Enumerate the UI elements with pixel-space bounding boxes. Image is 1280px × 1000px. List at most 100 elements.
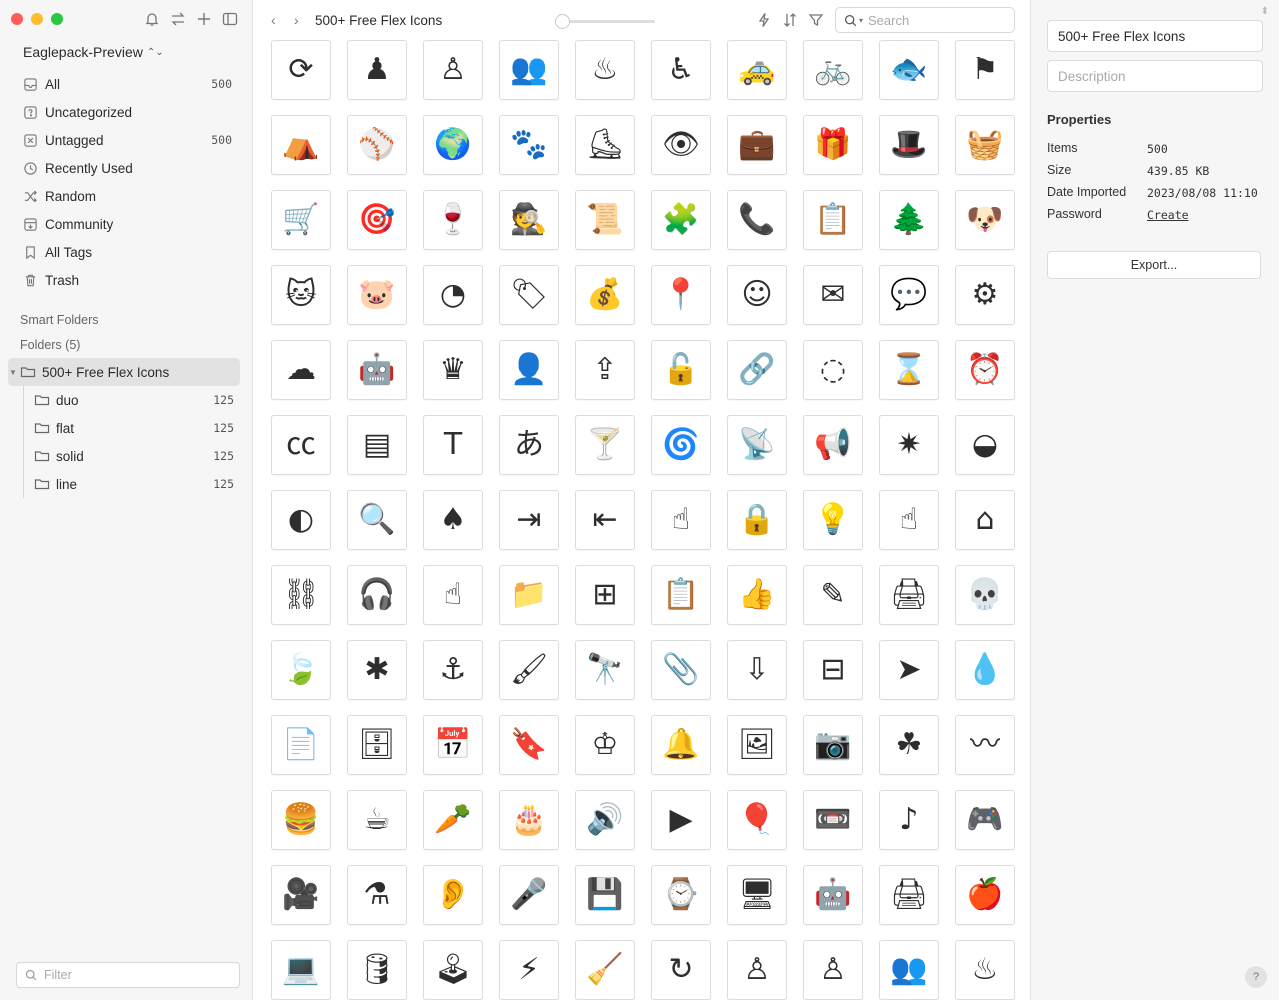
disclosure-triangle-icon[interactable]: ▼ [8, 368, 18, 377]
icon-tile[interactable]: ✱ [347, 640, 407, 700]
icon-tile[interactable]: 🤖 [803, 865, 863, 925]
help-button[interactable]: ? [1245, 966, 1267, 988]
plus-icon[interactable] [196, 10, 212, 28]
icon-tile[interactable]: 🎂 [499, 790, 559, 850]
filter-input[interactable]: Filter [16, 962, 240, 988]
icon-tile[interactable]: ◌ [803, 340, 863, 400]
search-input[interactable]: ▾ Search [835, 7, 1015, 33]
icon-tile[interactable]: ♟ [347, 40, 407, 100]
icon-tile[interactable]: ♛ [423, 340, 483, 400]
pin-icon[interactable]: ⬍ [1261, 6, 1269, 17]
icon-tile[interactable]: ⛓ [271, 565, 331, 625]
icon-tile[interactable]: 📜 [575, 190, 635, 250]
sidebar-item-uncategorized[interactable]: Uncategorized [16, 98, 240, 126]
icon-tile[interactable]: 🏷 [499, 265, 559, 325]
icon-tile[interactable]: 🎯 [347, 190, 407, 250]
icon-tile[interactable]: 💬 [879, 265, 939, 325]
icon-tile[interactable]: ♨ [955, 940, 1015, 1000]
icon-tile[interactable]: 📞 [727, 190, 787, 250]
icon-tile[interactable]: ⊟ [803, 640, 863, 700]
icon-tile[interactable]: 💀 [955, 565, 1015, 625]
icon-tile[interactable]: ✉ [803, 265, 863, 325]
icon-tile[interactable]: ▶ [651, 790, 711, 850]
icon-tile[interactable]: ◒ [955, 415, 1015, 475]
icon-tile[interactable]: ☝ [651, 490, 711, 550]
icon-tile[interactable]: 🐷 [347, 265, 407, 325]
icon-tile[interactable]: 🎈 [727, 790, 787, 850]
icon-tile[interactable]: 🍷 [423, 190, 483, 250]
icon-tile[interactable]: ⚙ [955, 265, 1015, 325]
icon-tile[interactable]: ♪ [879, 790, 939, 850]
sidebar-item-all[interactable]: All 500 [16, 70, 240, 98]
icon-tile[interactable]: 🛢 [347, 940, 407, 1000]
create-password-link[interactable]: Create [1147, 208, 1189, 222]
icon-tile[interactable]: 🎥 [271, 865, 331, 925]
icon-tile[interactable]: ➤ [879, 640, 939, 700]
icon-tile[interactable]: 💡 [803, 490, 863, 550]
icon-tile[interactable]: 🍸 [575, 415, 635, 475]
icon-tile[interactable]: 📢 [803, 415, 863, 475]
sort-icon[interactable] [782, 12, 798, 28]
icon-tile[interactable]: ☝ [879, 490, 939, 550]
icon-tile[interactable]: 📄 [271, 715, 331, 775]
folder-solid[interactable]: solid 125 [8, 442, 240, 470]
icon-tile[interactable]: ⚗ [347, 865, 407, 925]
icon-tile[interactable]: ♔ [575, 715, 635, 775]
icon-tile[interactable]: 👥 [879, 940, 939, 1000]
sidebar-item-random[interactable]: Random [16, 182, 240, 210]
description-field[interactable]: Description [1047, 60, 1263, 92]
icon-tile[interactable]: ⚓ [423, 640, 483, 700]
icon-tile[interactable]: 🔗 [727, 340, 787, 400]
icon-tile[interactable]: ⛺ [271, 115, 331, 175]
icon-tile[interactable]: 🎩 [879, 115, 939, 175]
icon-tile[interactable]: 🐶 [955, 190, 1015, 250]
icon-tile[interactable]: 〰 [955, 715, 1015, 775]
icon-tile[interactable]: 🥕 [423, 790, 483, 850]
icon-tile[interactable]: 🌍 [423, 115, 483, 175]
icon-tile[interactable]: ⚑ [955, 40, 1015, 100]
icon-tile[interactable]: 🛒 [271, 190, 331, 250]
icon-tile[interactable]: 🧹 [575, 940, 635, 1000]
icon-tile[interactable]: ♿ [651, 40, 711, 100]
icon-tile[interactable]: 🔔 [651, 715, 711, 775]
chevron-down-icon[interactable]: ▾ [859, 16, 863, 25]
export-button[interactable]: Export... [1047, 251, 1261, 279]
thumbnail-size-slider[interactable] [555, 14, 655, 29]
swap-icon[interactable] [170, 10, 186, 28]
icon-tile[interactable]: 🍃 [271, 640, 331, 700]
icon-tile[interactable]: ♙ [803, 940, 863, 1000]
icon-tile[interactable]: 🖼 [727, 715, 787, 775]
icon-tile[interactable]: 👤 [499, 340, 559, 400]
icon-tile[interactable]: ♠ [423, 490, 483, 550]
slider-knob[interactable] [555, 14, 570, 29]
icon-tile[interactable]: 🖨 [879, 865, 939, 925]
icon-tile[interactable]: ☕ [347, 790, 407, 850]
icon-tile[interactable]: 🔭 [575, 640, 635, 700]
sidebar-item-trash[interactable]: Trash [16, 266, 240, 294]
back-button[interactable]: ‹ [271, 12, 276, 28]
icon-tile[interactable]: 🌀 [651, 415, 711, 475]
icon-tile[interactable]: 👂 [423, 865, 483, 925]
icon-tile[interactable]: 👁 [651, 115, 711, 175]
icon-tile[interactable]: ◔ [423, 265, 483, 325]
icon-tile[interactable]: ⊞ [575, 565, 635, 625]
icon-tile[interactable]: 🚕 [727, 40, 787, 100]
icon-tile[interactable]: 🖥 [727, 865, 787, 925]
icon-tile[interactable]: ⇩ [727, 640, 787, 700]
smart-folders-header[interactable]: Smart Folders [20, 313, 99, 327]
sidebar-item-recently-used[interactable]: Recently Used [16, 154, 240, 182]
icon-tile[interactable]: 🐱 [271, 265, 331, 325]
icon-tile[interactable]: ⟳ [271, 40, 331, 100]
icon-tile[interactable]: 📋 [651, 565, 711, 625]
icon-tile[interactable]: ☘ [879, 715, 939, 775]
icon-tile[interactable]: 📁 [499, 565, 559, 625]
icon-tile[interactable]: 📡 [727, 415, 787, 475]
icon-tile[interactable]: 🐟 [879, 40, 939, 100]
icon-tile[interactable]: ⇥ [499, 490, 559, 550]
icon-tile[interactable]: ⇪ [575, 340, 635, 400]
folder-line[interactable]: line 125 [8, 470, 240, 498]
icon-tile[interactable]: ♨ [575, 40, 635, 100]
folders-header[interactable]: Folders (5) [20, 338, 80, 352]
icon-tile[interactable]: ☁ [271, 340, 331, 400]
icon-tile[interactable]: 🎮 [955, 790, 1015, 850]
